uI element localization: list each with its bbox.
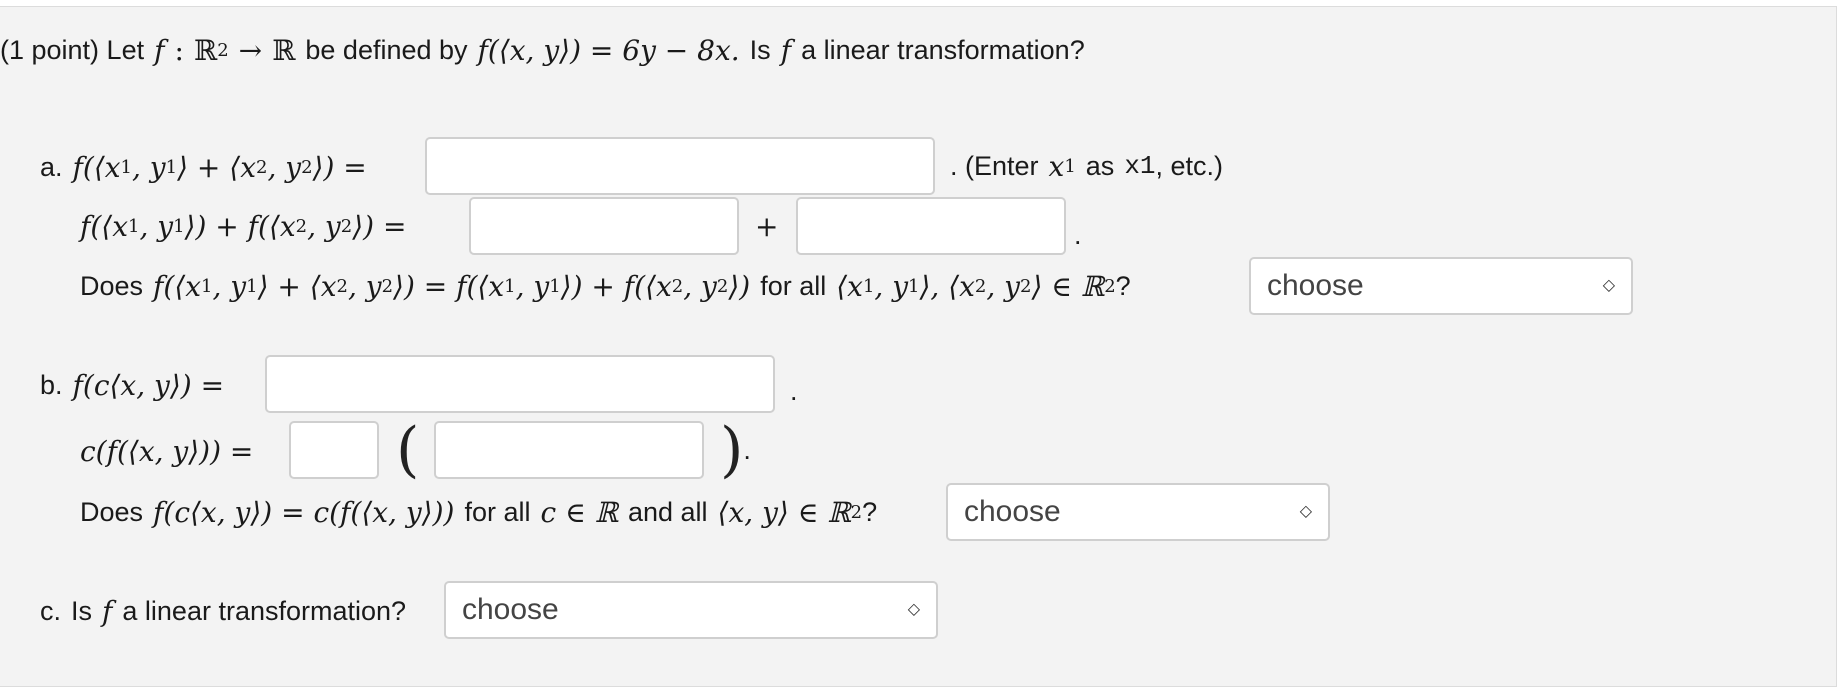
part-a-sum-input[interactable] [425,137,935,195]
part-a-label: a. [40,151,63,182]
select-chevrons-icon: ◇ [907,601,920,618]
part-b-close-paren: ). [720,415,751,485]
part-b-open-paren: ( [396,415,420,485]
part-b-scalar-input[interactable] [289,421,379,479]
part-b-line2: c(f(⟨x, y⟩)) = [80,434,254,468]
question-text: (1 point) Let f : ℝ2 → ℝ be defined by f… [0,33,1085,67]
part-c-question: c. Is f a linear transformation? [40,594,407,628]
part-b-question: Does f(c⟨x, y⟩) = c(f(⟨x, y⟩)) for all c… [80,495,878,529]
part-b-line1: b. f(c⟨x, y⟩) = [40,368,225,402]
part-a-question: Does f(⟨x 1, y 1 ⟩ + ⟨x 2, y 2 ⟩) = f(⟨x 1, y 1 ⟩… [80,269,1131,303]
part-b-label: b. [40,369,63,400]
function-definition: f(⟨x, y⟩) = 6y − 8x. [477,33,740,67]
part-a-line1: a. f(⟨x 1, y 1 ⟩ + ⟨x 2, y 2 ⟩) = [40,150,367,184]
select-chevrons-icon: ◇ [1602,277,1615,294]
part-c-label: c. [40,595,62,626]
part-a-line2: f(⟨x 1, y 1 ⟩) + f(⟨x 2, y 2 ⟩) = [80,209,407,243]
part-a-hint: . (Enter x1 as x1 , etc.) [950,149,1224,183]
part-a-choose-select[interactable]: choose ◇ [1249,257,1633,315]
part-b-period: . [790,375,798,406]
part-b-choose-select[interactable]: choose ◇ [946,483,1330,541]
intro-prefix: (1 point) Let [0,34,145,65]
part-c-choose-select[interactable]: choose ◇ [444,581,938,639]
part-a-term1-input[interactable] [469,197,739,255]
select-chevrons-icon: ◇ [1299,503,1312,520]
part-b-scaled-input[interactable] [265,355,775,413]
part-a-plus: + [755,209,779,243]
part-b-function-input[interactable] [434,421,704,479]
part-a-term2-input[interactable] [796,197,1066,255]
